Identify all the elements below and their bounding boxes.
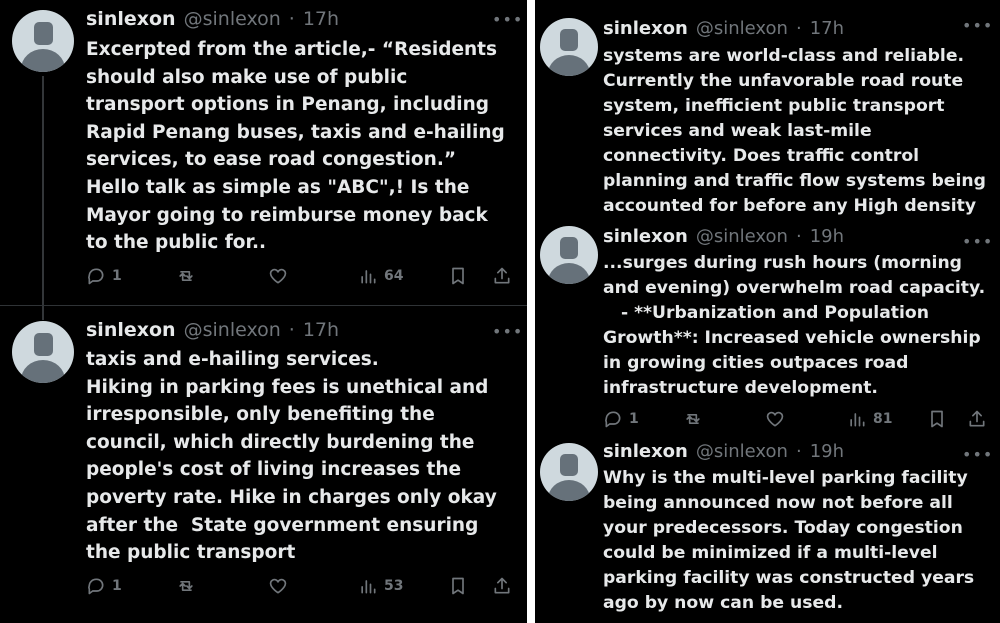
user-handle[interactable]: @sinlexon bbox=[184, 8, 281, 30]
like-button[interactable] bbox=[268, 266, 294, 286]
tweet-text: taxis and e-hailing services. Hiking in … bbox=[86, 349, 497, 564]
more-icon[interactable]: ••• bbox=[962, 445, 993, 464]
more-icon[interactable]: ••• bbox=[492, 10, 523, 29]
like-button[interactable] bbox=[765, 409, 791, 429]
tweet[interactable]: sinlexon @sinlexon · 17h ••• Excerpted f… bbox=[0, 0, 527, 305]
display-name[interactable]: sinlexon bbox=[603, 18, 688, 39]
default-avatar-icon[interactable] bbox=[12, 10, 74, 72]
user-handle[interactable]: @sinlexon bbox=[696, 441, 788, 462]
tweet-header: sinlexon @sinlexon · 17h bbox=[86, 8, 339, 30]
separator-dot: · bbox=[288, 319, 295, 341]
views-count: 81 bbox=[873, 411, 893, 427]
reply-button[interactable]: 1 bbox=[86, 576, 122, 596]
user-handle[interactable]: @sinlexon bbox=[696, 18, 788, 39]
action-bar: 1 53 bbox=[86, 576, 516, 600]
timestamp[interactable]: 19h bbox=[810, 441, 844, 462]
share-button[interactable] bbox=[967, 409, 987, 429]
reply-button[interactable]: 1 bbox=[603, 409, 639, 429]
share-button[interactable] bbox=[492, 266, 512, 286]
heart-icon bbox=[269, 578, 287, 594]
share-icon bbox=[494, 577, 510, 594]
bookmark-button[interactable] bbox=[927, 409, 947, 429]
share-icon bbox=[494, 267, 510, 284]
reply-count: 1 bbox=[112, 578, 122, 594]
separator-dot: · bbox=[288, 8, 295, 30]
bookmark-icon bbox=[452, 577, 464, 595]
tweet-header: sinlexon @sinlexon · 19h bbox=[603, 441, 844, 462]
separator-dot: · bbox=[795, 441, 802, 462]
reply-icon bbox=[88, 578, 104, 595]
reply-count: 1 bbox=[112, 268, 122, 284]
views-icon bbox=[850, 413, 865, 427]
separator-dot: · bbox=[795, 18, 802, 39]
timestamp[interactable]: 19h bbox=[810, 226, 844, 247]
heart-icon bbox=[766, 411, 784, 427]
views-button[interactable]: 81 bbox=[847, 409, 892, 429]
right-screenshot-panel: sinlexon @sinlexon · 17h ••• systems are… bbox=[527, 0, 1000, 623]
display-name[interactable]: sinlexon bbox=[86, 319, 176, 341]
views-count: 64 bbox=[384, 268, 404, 284]
retweet-icon bbox=[179, 271, 193, 281]
more-icon[interactable]: ••• bbox=[962, 16, 993, 35]
views-icon bbox=[361, 270, 376, 284]
views-button[interactable]: 53 bbox=[358, 576, 403, 596]
timestamp[interactable]: 17h bbox=[303, 319, 339, 341]
tweet-text: ...surges during rush hours (morning and… bbox=[603, 253, 986, 398]
action-bar: 1 81 bbox=[603, 409, 1000, 433]
more-icon[interactable]: ••• bbox=[492, 322, 523, 341]
bookmark-icon bbox=[452, 267, 464, 285]
tweet-text: Why is the multi-level parking facility … bbox=[603, 468, 975, 613]
share-button[interactable] bbox=[492, 576, 512, 596]
share-icon bbox=[969, 410, 985, 427]
tweet[interactable]: sinlexon @sinlexon · 17h ••• systems are… bbox=[535, 0, 1000, 218]
user-handle[interactable]: @sinlexon bbox=[696, 226, 788, 247]
default-avatar-icon[interactable] bbox=[540, 18, 598, 76]
reply-icon bbox=[605, 411, 621, 428]
default-avatar-icon[interactable] bbox=[540, 226, 598, 284]
reply-count: 1 bbox=[629, 411, 639, 427]
bookmark-button[interactable] bbox=[448, 576, 468, 596]
thread-line bbox=[42, 76, 44, 305]
separator-dot: · bbox=[795, 226, 802, 247]
timestamp[interactable]: 17h bbox=[810, 18, 844, 39]
default-avatar-icon[interactable] bbox=[12, 321, 74, 383]
tweet-text: systems are world-class and reliable. Cu… bbox=[603, 46, 986, 216]
left-screenshot-panel: sinlexon @sinlexon · 17h ••• Excerpted f… bbox=[0, 0, 527, 623]
retweet-button[interactable] bbox=[176, 266, 202, 286]
tweet[interactable]: sinlexon @sinlexon · 19h ••• Why is the … bbox=[535, 437, 1000, 623]
reply-button[interactable]: 1 bbox=[86, 266, 122, 286]
views-count: 53 bbox=[384, 578, 404, 594]
display-name[interactable]: sinlexon bbox=[603, 226, 688, 247]
like-button[interactable] bbox=[268, 576, 294, 596]
tweet-header: sinlexon @sinlexon · 17h bbox=[603, 18, 844, 39]
retweet-button[interactable] bbox=[176, 576, 202, 596]
reply-icon bbox=[88, 268, 104, 285]
more-icon[interactable]: ••• bbox=[962, 232, 993, 251]
views-button[interactable]: 64 bbox=[358, 266, 403, 286]
bookmark-button[interactable] bbox=[448, 266, 468, 286]
user-handle[interactable]: @sinlexon bbox=[184, 319, 281, 341]
default-avatar-icon[interactable] bbox=[540, 443, 598, 501]
timestamp[interactable]: 17h bbox=[303, 8, 339, 30]
tweet-text: Excerpted from the article,- “Residents … bbox=[86, 39, 505, 254]
display-name[interactable]: sinlexon bbox=[86, 8, 176, 30]
tweet-header: sinlexon @sinlexon · 17h bbox=[86, 319, 339, 341]
action-bar: 1 64 bbox=[86, 266, 516, 290]
thread-line bbox=[42, 306, 44, 320]
retweet-button[interactable] bbox=[683, 409, 709, 429]
bookmark-icon bbox=[931, 410, 943, 428]
heart-icon bbox=[269, 268, 287, 284]
views-icon bbox=[361, 580, 376, 594]
tweet-header: sinlexon @sinlexon · 19h bbox=[603, 226, 844, 247]
retweet-icon bbox=[686, 414, 700, 424]
retweet-icon bbox=[179, 581, 193, 591]
tweet[interactable]: sinlexon @sinlexon · 17h ••• taxis and e… bbox=[0, 306, 527, 623]
display-name[interactable]: sinlexon bbox=[603, 441, 688, 462]
tweet[interactable]: sinlexon @sinlexon · 19h ••• ...surges d… bbox=[535, 220, 1000, 435]
